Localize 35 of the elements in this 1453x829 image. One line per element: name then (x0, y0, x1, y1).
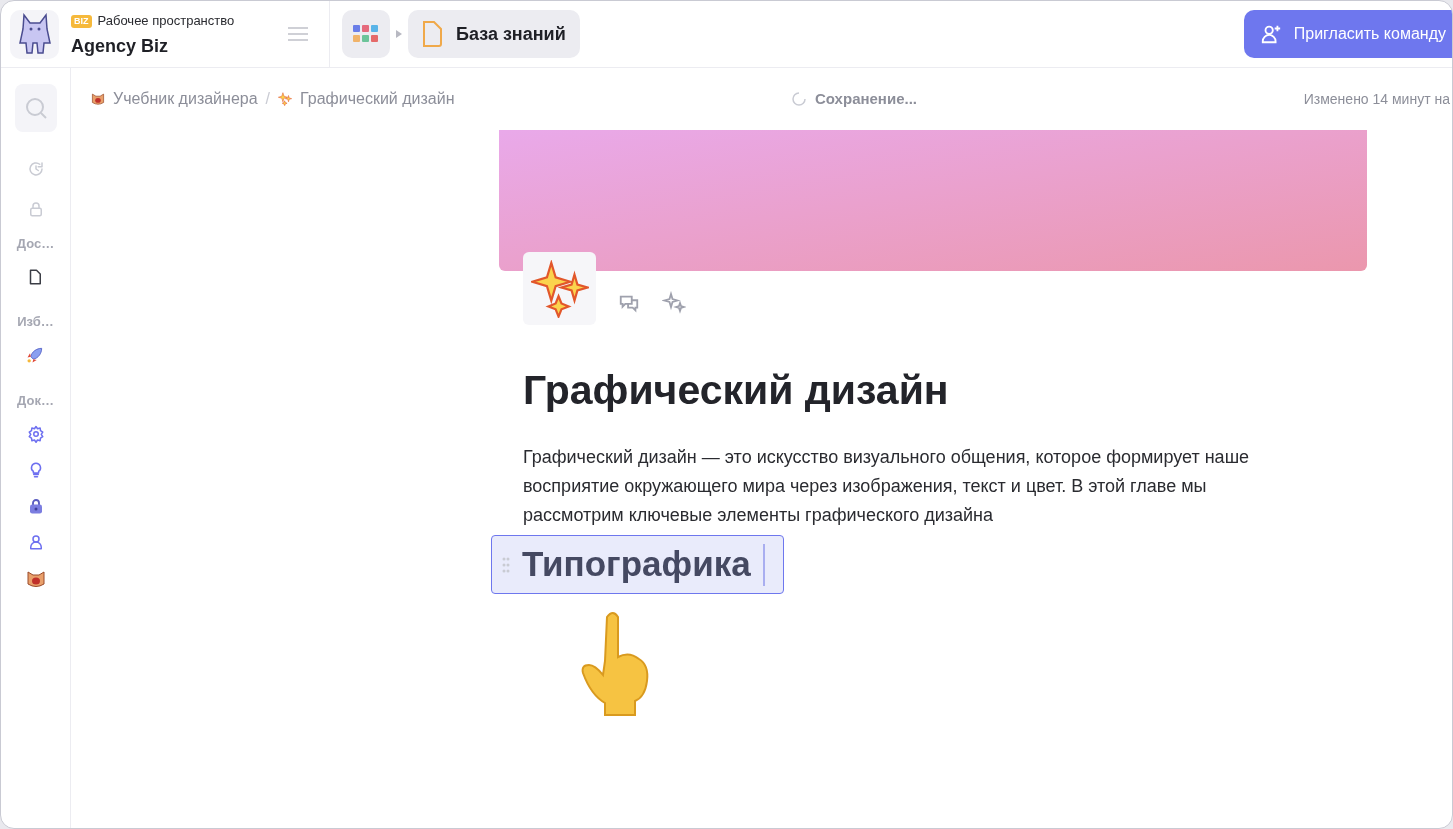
breadcrumb-link[interactable]: Графический дизайн (300, 87, 455, 111)
sparkle-icon[interactable] (662, 290, 686, 315)
intro-paragraph: Графический дизайн — это искусство визуального общения, которое формирует наше восприятие окружающего мира через изображения, текст и цвет. В этой главе мы рассмотрим ключевые элементы графического дизайна (523, 446, 1251, 527)
document-title: Графический дизайн (523, 366, 950, 415)
workspace-label: Рабочее пространство (97, 12, 235, 31)
cat-face-icon (91, 92, 105, 106)
drag-handle-icon[interactable] (502, 555, 510, 574)
text-cursor (762, 543, 765, 586)
section-heading: Типографика (522, 543, 751, 586)
plan-badge: BIZ (71, 14, 92, 28)
gear-icon[interactable] (26, 424, 45, 443)
apps-button[interactable] (342, 10, 390, 58)
sparkles-icon (278, 92, 293, 106)
page-icon-tile[interactable] (523, 252, 596, 325)
workspace-name: Agency Biz (71, 34, 170, 57)
spinner-icon (791, 91, 807, 107)
typography-heading-block[interactable]: Типографика (491, 535, 784, 594)
invite-team-button[interactable]: Пригласить команду (1243, 10, 1452, 58)
saving-status: Сохранение... (815, 88, 917, 109)
cat-figure-icon (17, 13, 52, 55)
document-icon (420, 21, 442, 47)
workspace-avatar[interactable] (10, 9, 59, 59)
chevron-icon (395, 29, 403, 39)
breadcrumb-link[interactable]: Учебник дизайнера (113, 87, 258, 111)
knowledge-base-tab[interactable]: База знаний (408, 10, 580, 58)
add-user-icon (1259, 23, 1282, 45)
search-icon (23, 96, 48, 120)
modified-time: Изменено 14 минут на (1303, 89, 1451, 109)
breadcrumb-separator: / (265, 89, 271, 109)
cat-face-icon (25, 568, 46, 589)
apps-grid-icon (353, 25, 379, 43)
sidebar-section-label: Дос… (16, 235, 55, 253)
sidebar-section-label: Изб… (17, 312, 54, 331)
sparkles-icon (530, 259, 589, 318)
sidebar-section-label: Док… (17, 392, 54, 410)
